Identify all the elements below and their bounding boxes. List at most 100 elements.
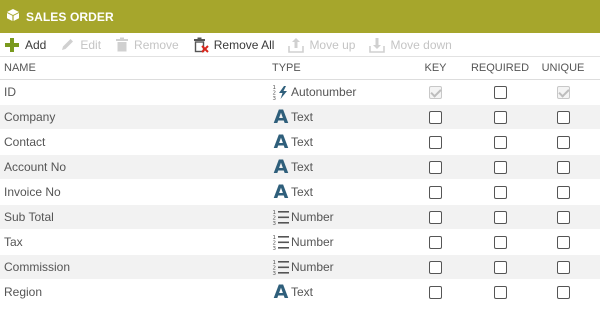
panel-title: SALES ORDER (26, 9, 114, 24)
field-row[interactable]: Invoice No A Text (0, 180, 600, 205)
unique-cell (533, 110, 593, 124)
text-type-icon: A (273, 156, 289, 178)
field-type: A Text (270, 183, 404, 202)
key-checkbox[interactable] (429, 235, 442, 249)
key-checkbox[interactable] (429, 260, 442, 274)
required-checkbox[interactable] (493, 285, 507, 299)
required-cell (467, 160, 533, 174)
field-type-label: Text (291, 110, 314, 124)
edit-label: Edit (80, 37, 102, 52)
unique-checkbox[interactable] (556, 110, 570, 124)
unique-checkbox[interactable] (556, 260, 570, 274)
required-checkbox[interactable] (493, 85, 507, 99)
field-type: A Text (270, 108, 404, 127)
unique-checkbox[interactable] (556, 235, 570, 249)
remove-button[interactable]: Remove (115, 37, 179, 52)
required-cell (467, 285, 533, 299)
field-name: Commission (4, 260, 71, 274)
edit-button[interactable]: Edit (60, 37, 101, 52)
required-checkbox[interactable] (493, 260, 507, 274)
svg-text:3: 3 (273, 271, 277, 276)
pencil-icon (62, 39, 74, 50)
key-cell (404, 210, 467, 224)
required-checkbox[interactable] (493, 135, 507, 149)
required-checkbox[interactable] (493, 235, 507, 249)
key-cell (404, 85, 467, 99)
required-cell (467, 235, 533, 249)
unique-checkbox[interactable] (556, 135, 570, 149)
svg-text:3: 3 (273, 96, 277, 101)
unique-checkbox[interactable] (556, 185, 570, 199)
key-cell (404, 160, 467, 174)
field-row[interactable]: ID 1 2 3 Autonumber (0, 80, 600, 105)
field-row[interactable]: Commission 1 2 3 Number (0, 255, 600, 280)
required-checkbox[interactable] (493, 110, 507, 124)
field-name: Account No (4, 160, 67, 174)
field-row[interactable]: Region A Text (0, 280, 600, 305)
move-up-label: Move up (309, 37, 356, 52)
field-name: Invoice No (4, 185, 61, 199)
field-type-label: Text (291, 285, 314, 299)
number-icon: 123 (272, 208, 290, 226)
column-key: KEY (424, 62, 447, 74)
field-row[interactable]: Company A Text (0, 105, 600, 130)
field-type-label: Text (291, 185, 314, 199)
field-name: Company (4, 110, 56, 124)
unique-checkbox[interactable] (556, 160, 570, 174)
svg-text:3: 3 (273, 221, 277, 226)
key-checkbox[interactable] (429, 135, 442, 149)
unique-cell (533, 260, 593, 274)
field-row[interactable]: Sub Total 1 2 3 Number (0, 205, 600, 230)
key-checkbox[interactable] (429, 110, 442, 124)
required-cell (467, 110, 533, 124)
unique-cell (533, 185, 593, 199)
field-type: 1 2 3 Number (270, 233, 404, 251)
key-cell (404, 135, 467, 149)
move-up-button[interactable]: Move up (288, 37, 355, 53)
required-cell (467, 185, 533, 199)
text-type-icon: A (273, 281, 289, 303)
cube-icon (6, 8, 20, 25)
remove-label: Remove (134, 37, 179, 52)
key-checkbox[interactable] (429, 160, 442, 174)
required-cell (467, 210, 533, 224)
svg-text:3: 3 (273, 246, 277, 251)
required-cell (467, 135, 533, 149)
field-row[interactable]: Account No A Text (0, 155, 600, 180)
unique-cell (533, 160, 593, 174)
unique-checkbox[interactable] (556, 285, 570, 299)
field-type: A Text (270, 281, 404, 303)
add-label: Add (25, 37, 47, 52)
field-name: Contact (4, 135, 46, 149)
unique-cell (533, 85, 593, 99)
move-down-button[interactable]: Move down (369, 37, 452, 53)
field-row[interactable]: Tax 1 2 3 Number (0, 230, 600, 255)
field-type-label: Number (291, 260, 334, 274)
field-type: 1 2 3 Autonumber (270, 83, 404, 101)
unique-checkbox[interactable] (556, 210, 570, 224)
unique-cell (533, 285, 593, 299)
remove-all-button[interactable]: Remove All (193, 37, 275, 53)
toolbar: Add Edit Remove Remove All Move up Move … (0, 33, 600, 57)
key-checkbox[interactable] (429, 285, 442, 299)
add-button[interactable]: Add (4, 37, 46, 53)
required-checkbox[interactable] (493, 160, 507, 174)
field-name: Tax (4, 235, 23, 249)
field-row[interactable]: Contact A Text (0, 130, 600, 155)
trash-icon (116, 37, 129, 52)
column-required: REQUIRED (470, 62, 530, 74)
field-type: A Text (270, 156, 404, 178)
required-checkbox[interactable] (493, 210, 507, 224)
key-checkbox[interactable] (429, 210, 442, 224)
key-checkbox[interactable] (429, 185, 442, 199)
key-cell (404, 110, 467, 124)
unique-cell (533, 210, 593, 224)
remove-all-label: Remove All (213, 37, 275, 52)
required-checkbox[interactable] (493, 185, 507, 199)
column-type: TYPE (272, 62, 301, 74)
field-list: ID 1 2 3 Autonumber Company A Text Contact A Text A… (0, 80, 600, 305)
field-type-label: Autonumber (291, 85, 357, 99)
text-type-icon: A (273, 131, 289, 153)
unique-checkbox (556, 85, 570, 99)
column-name: NAME (4, 62, 36, 74)
